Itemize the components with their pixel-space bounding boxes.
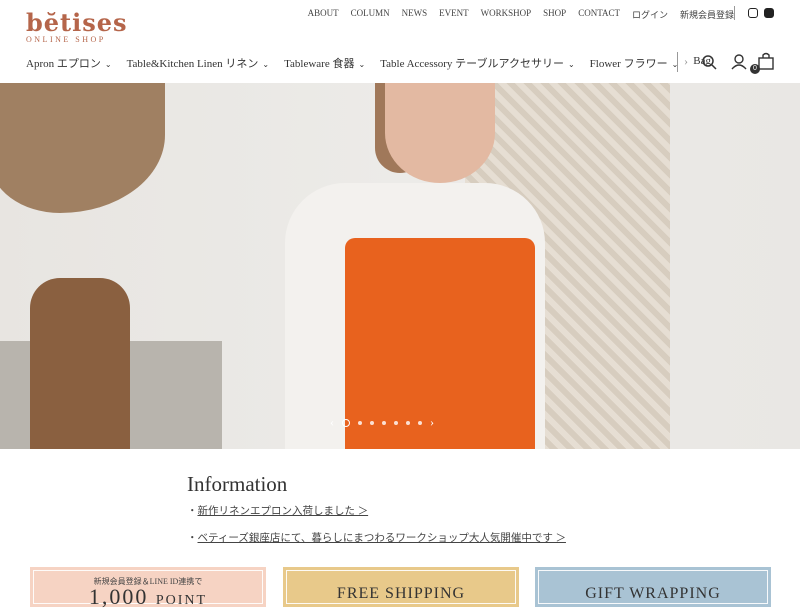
search-icon[interactable] [701,54,717,70]
nav-item-linen[interactable]: Table&Kitchen Linen リネン ⌄ [127,55,270,71]
top-link-event[interactable]: EVENT [439,8,469,21]
chevron-down-icon: ⌄ [358,60,366,69]
top-link-column[interactable]: COLUMN [351,8,390,21]
banner-point-amount: 1,000 POINT [34,584,262,611]
cart-count-badge: 0 [750,64,760,74]
main-nav: Apron エプロン ⌄ Table&Kitchen Linen リネン ⌄ Tab… [26,55,711,71]
carousel-dot[interactable] [406,420,410,425]
top-link-about[interactable]: ABOUT [308,8,339,21]
banner-point[interactable]: 新規会員登録＆LINE ID連携で 1,000 POINT [30,567,266,608]
account-icon[interactable] [731,54,747,70]
carousel-dot[interactable] [342,418,350,427]
hero-carousel[interactable]: ‹ › [0,83,800,449]
chevron-down-icon: ⌄ [567,60,575,69]
carousel-controls: ‹ › [330,415,434,430]
instagram-icon[interactable] [748,8,758,18]
info-link[interactable]: 新作リネンエプロン入荷しました ＞ [198,506,369,517]
carousel-next-icon[interactable]: › [430,415,434,430]
line-icon[interactable] [764,8,774,18]
information-section: Information ・新作リネンエプロン入荷しました ＞ ・ベティーズ銀座店… [187,472,566,557]
divider [734,6,735,20]
top-link-login[interactable]: ログイン [632,8,668,21]
nav-divider [677,52,678,72]
banner-free-shipping[interactable]: FREE SHIPPING [283,567,519,607]
carousel-dot[interactable] [382,420,386,425]
nav-label: Flower フラワー [589,58,668,70]
logo[interactable]: bĕtises ONLINE SHOP [26,8,128,44]
logo-brand: bĕtises [26,8,128,37]
point-value: 1,000 [88,584,149,609]
hero-image-hat [0,83,165,213]
carousel-prev-icon[interactable]: ‹ [330,415,334,430]
top-link-workshop[interactable]: WORKSHOP [481,8,532,21]
nav-item-apron[interactable]: Apron エプロン ⌄ [26,55,112,71]
nav-item-flower[interactable]: Flower フラワー ⌄ [590,55,679,71]
hero-image-face [385,83,495,183]
info-item: ・新作リネンエプロン入荷しました ＞ [187,506,369,517]
carousel-dot[interactable] [418,420,422,425]
nav-label: Table Accessory テーブルアクセサリー [380,58,564,70]
nav-scroll-right-icon[interactable]: › [684,54,688,69]
nav-item-table-accessory[interactable]: Table Accessory テーブルアクセサリー ⌄ [380,55,574,71]
top-link-news[interactable]: NEWS [402,8,428,21]
carousel-dot[interactable] [358,420,362,425]
info-item: ・ベティーズ銀座店にて、暮らしにまつわるワークショップ大人気開催中です ＞ [187,533,566,544]
carousel-dot[interactable] [394,420,398,425]
info-link[interactable]: ベティーズ銀座店にて、暮らしにまつわるワークショップ大人気開催中です ＞ [198,533,566,544]
chevron-down-icon: ⌄ [104,60,112,69]
hero-image-board [30,278,130,449]
nav-label: Apron エプロン [26,58,101,70]
nav-label: Table&Kitchen Linen リネン [126,58,259,70]
top-link-contact[interactable]: CONTACT [578,8,620,21]
information-title: Information [187,472,288,496]
nav-item-tableware[interactable]: Tableware 食器 ⌄ [284,55,365,71]
chevron-down-icon: ⌄ [262,60,270,69]
top-link-register[interactable]: 新規会員登録 [680,8,734,21]
banner-gift-wrapping-text: GIFT WRAPPING [585,585,721,602]
banner-free-shipping-text: FREE SHIPPING [336,585,466,602]
top-nav: ABOUT COLUMN NEWS EVENT WORKSHOP SHOP CO… [308,8,734,21]
carousel-dot[interactable] [370,420,374,425]
nav-label: Tableware 食器 [284,58,355,70]
point-unit: POINT [155,593,208,608]
top-link-shop[interactable]: SHOP [543,8,566,21]
banner-gift-wrapping[interactable]: GIFT WRAPPING [535,567,771,607]
